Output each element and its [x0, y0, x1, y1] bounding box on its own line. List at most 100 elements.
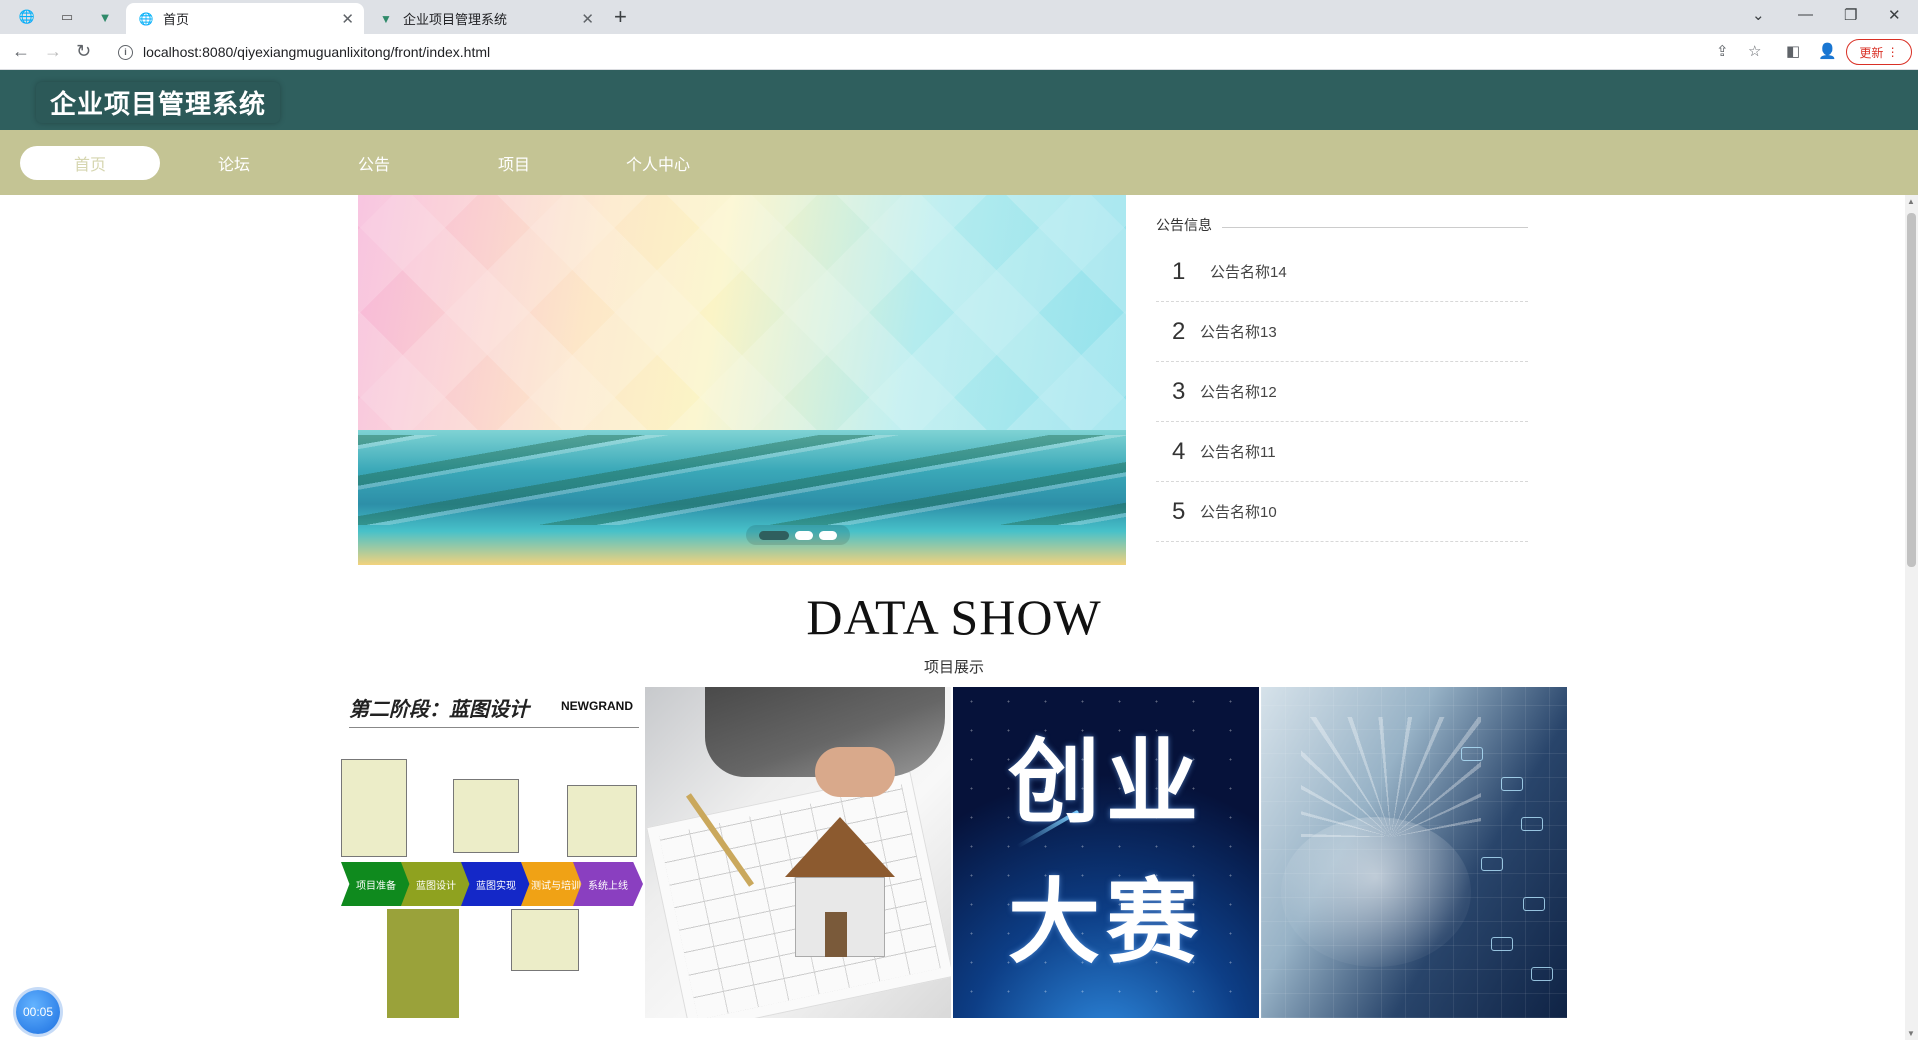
- nav-forum[interactable]: 论坛: [164, 146, 304, 180]
- address-bar: ← → ↻ i localhost:8080/qiyexiangmuguanli…: [0, 34, 1918, 70]
- notice-number: 4: [1172, 437, 1186, 465]
- notice-number: 1: [1172, 257, 1186, 285]
- site-title: 企业项目管理系统: [36, 82, 281, 123]
- blank-tab-icon[interactable]: ▭: [54, 6, 80, 28]
- stage-arrow: 蓝图实现: [461, 862, 531, 906]
- divider: [1222, 227, 1528, 228]
- tech-cell: [1491, 937, 1513, 951]
- notice-list: 1 公告名称14 2 公告名称13 3 公告名称12 4 公告名称11 5 公告…: [1156, 242, 1528, 542]
- notice-name: 公告名称13: [1200, 324, 1277, 341]
- carousel-dot[interactable]: [759, 530, 789, 540]
- slide-logo: NEWGRAND: [561, 699, 633, 713]
- text-box: [511, 909, 579, 971]
- profile-icon[interactable]: 👤: [1818, 42, 1837, 60]
- notice-name: 公告名称12: [1200, 384, 1277, 401]
- notice-item[interactable]: 2 公告名称13: [1156, 302, 1528, 362]
- tab-search-icon[interactable]: ⌄: [1752, 6, 1765, 24]
- notice-name: 公告名称14: [1210, 264, 1287, 281]
- notice-number: 3: [1172, 377, 1186, 405]
- url-text: localhost:8080/qiyexiangmuguanlixitong/f…: [143, 44, 491, 60]
- nav-personal-center[interactable]: 个人中心: [588, 146, 728, 180]
- poster-text-line2: 大赛: [1007, 872, 1204, 974]
- tech-cell: [1461, 747, 1483, 761]
- nav-notice[interactable]: 公告: [304, 146, 444, 180]
- scroll-down-icon[interactable]: ▼: [1907, 1029, 1915, 1038]
- notice-number: 5: [1172, 497, 1186, 525]
- url-field[interactable]: i localhost:8080/qiyexiangmuguanlixitong…: [108, 38, 1748, 66]
- page-scrollbar[interactable]: ▲ ▼: [1905, 195, 1918, 1040]
- tab-title: 首页: [163, 12, 190, 27]
- close-window-button[interactable]: ✕: [1888, 6, 1901, 24]
- data-show-title: DATA SHOW: [806, 589, 1102, 645]
- tech-cell: [1531, 967, 1553, 981]
- update-label: 更新: [1859, 45, 1884, 60]
- stage-arrow: 系统上线: [573, 862, 643, 906]
- tab-title: 企业项目管理系统: [403, 12, 508, 27]
- side-panel-icon[interactable]: ◧: [1786, 42, 1800, 60]
- back-icon[interactable]: ←: [12, 41, 30, 62]
- text-box: [567, 785, 637, 857]
- hand: [815, 747, 895, 797]
- carousel-dot[interactable]: [819, 530, 837, 540]
- notice-item[interactable]: 1 公告名称14: [1156, 242, 1528, 302]
- bookmark-star-icon[interactable]: ☆: [1748, 42, 1761, 60]
- notice-heading-text: 公告信息: [1156, 217, 1212, 233]
- globe-icon[interactable]: 🌐: [14, 6, 40, 28]
- stage-arrow: 蓝图设计: [401, 862, 471, 906]
- house-roof: [785, 817, 895, 877]
- stage-arrow: 项目准备: [341, 862, 411, 906]
- tech-cell: [1501, 777, 1523, 791]
- nav-project[interactable]: 项目: [444, 146, 584, 180]
- info-icon[interactable]: i: [118, 44, 133, 60]
- close-icon[interactable]: ✕: [341, 10, 354, 28]
- notice-item[interactable]: 4 公告名称11: [1156, 422, 1528, 482]
- glowing-hand: [1281, 817, 1471, 967]
- vue-icon[interactable]: ▼: [92, 6, 118, 28]
- notice-name: 公告名称10: [1200, 504, 1277, 521]
- project-gallery: 第二阶段：蓝图设计 NEWGRAND 项目准备 蓝图设计 蓝图实现 测试与培训 …: [337, 687, 1568, 1018]
- globe-icon: 🌐: [138, 11, 154, 26]
- reload-icon[interactable]: ↻: [76, 41, 91, 62]
- tech-cell: [1481, 857, 1503, 871]
- minimize-button[interactable]: —: [1798, 6, 1813, 23]
- forward-icon[interactable]: →: [44, 41, 62, 62]
- project-card[interactable]: [1261, 687, 1567, 1018]
- text-box: [341, 759, 407, 857]
- divider: [349, 727, 639, 728]
- project-card[interactable]: 第二阶段：蓝图设计 NEWGRAND 项目准备 蓝图设计 蓝图实现 测试与培训 …: [337, 687, 643, 1018]
- tab-system[interactable]: ▼ 企业项目管理系统 ✕: [366, 3, 604, 34]
- tab-home[interactable]: 🌐 首页 ✕: [126, 3, 364, 34]
- vue-icon: ▼: [380, 11, 392, 26]
- notice-name: 公告名称11: [1200, 444, 1276, 461]
- site-header: 企业项目管理系统: [0, 70, 1918, 130]
- notice-heading: 公告信息: [1156, 215, 1528, 239]
- scrollbar-thumb[interactable]: [1907, 213, 1916, 567]
- poster-text-line1: 创业: [1007, 732, 1204, 834]
- olive-block: [387, 909, 459, 1018]
- nav-home[interactable]: 首页: [20, 146, 160, 180]
- restore-button[interactable]: ❐: [1844, 6, 1857, 24]
- project-card[interactable]: 创业 大赛: [953, 687, 1259, 1018]
- banner-islands: [358, 435, 1126, 525]
- tech-cell: [1521, 817, 1543, 831]
- notice-panel: 公告信息 1 公告名称14 2 公告名称13 3 公告名称12 4 公告名称11…: [1156, 215, 1528, 542]
- tech-cell: [1523, 897, 1545, 911]
- project-card[interactable]: [645, 687, 951, 1018]
- update-button[interactable]: 更新 ⋮: [1846, 39, 1912, 65]
- browser-tab-bar: 🌐 ▭ ▼ 🌐 首页 ✕ ▼ 企业项目管理系统 ✕ + ⌄ — ❐ ✕: [0, 0, 1918, 34]
- data-show-subtitle: 项目展示: [923, 659, 984, 676]
- scroll-up-icon[interactable]: ▲: [1907, 197, 1915, 206]
- banner-carousel[interactable]: [358, 195, 1126, 565]
- notice-number: 2: [1172, 317, 1186, 345]
- text-box: [453, 779, 519, 853]
- share-icon[interactable]: ⇪: [1716, 42, 1729, 60]
- recording-timer[interactable]: 00:05: [16, 990, 60, 1034]
- carousel-indicators: [746, 525, 850, 545]
- site-nav: 首页 论坛 公告 项目 个人中心: [0, 130, 1918, 195]
- notice-item[interactable]: 3 公告名称12: [1156, 362, 1528, 422]
- close-icon[interactable]: ✕: [581, 10, 594, 28]
- new-tab-button[interactable]: +: [614, 6, 627, 28]
- slide-header: 第二阶段：蓝图设计: [349, 699, 529, 721]
- carousel-dot[interactable]: [795, 530, 813, 540]
- notice-item[interactable]: 5 公告名称10: [1156, 482, 1528, 542]
